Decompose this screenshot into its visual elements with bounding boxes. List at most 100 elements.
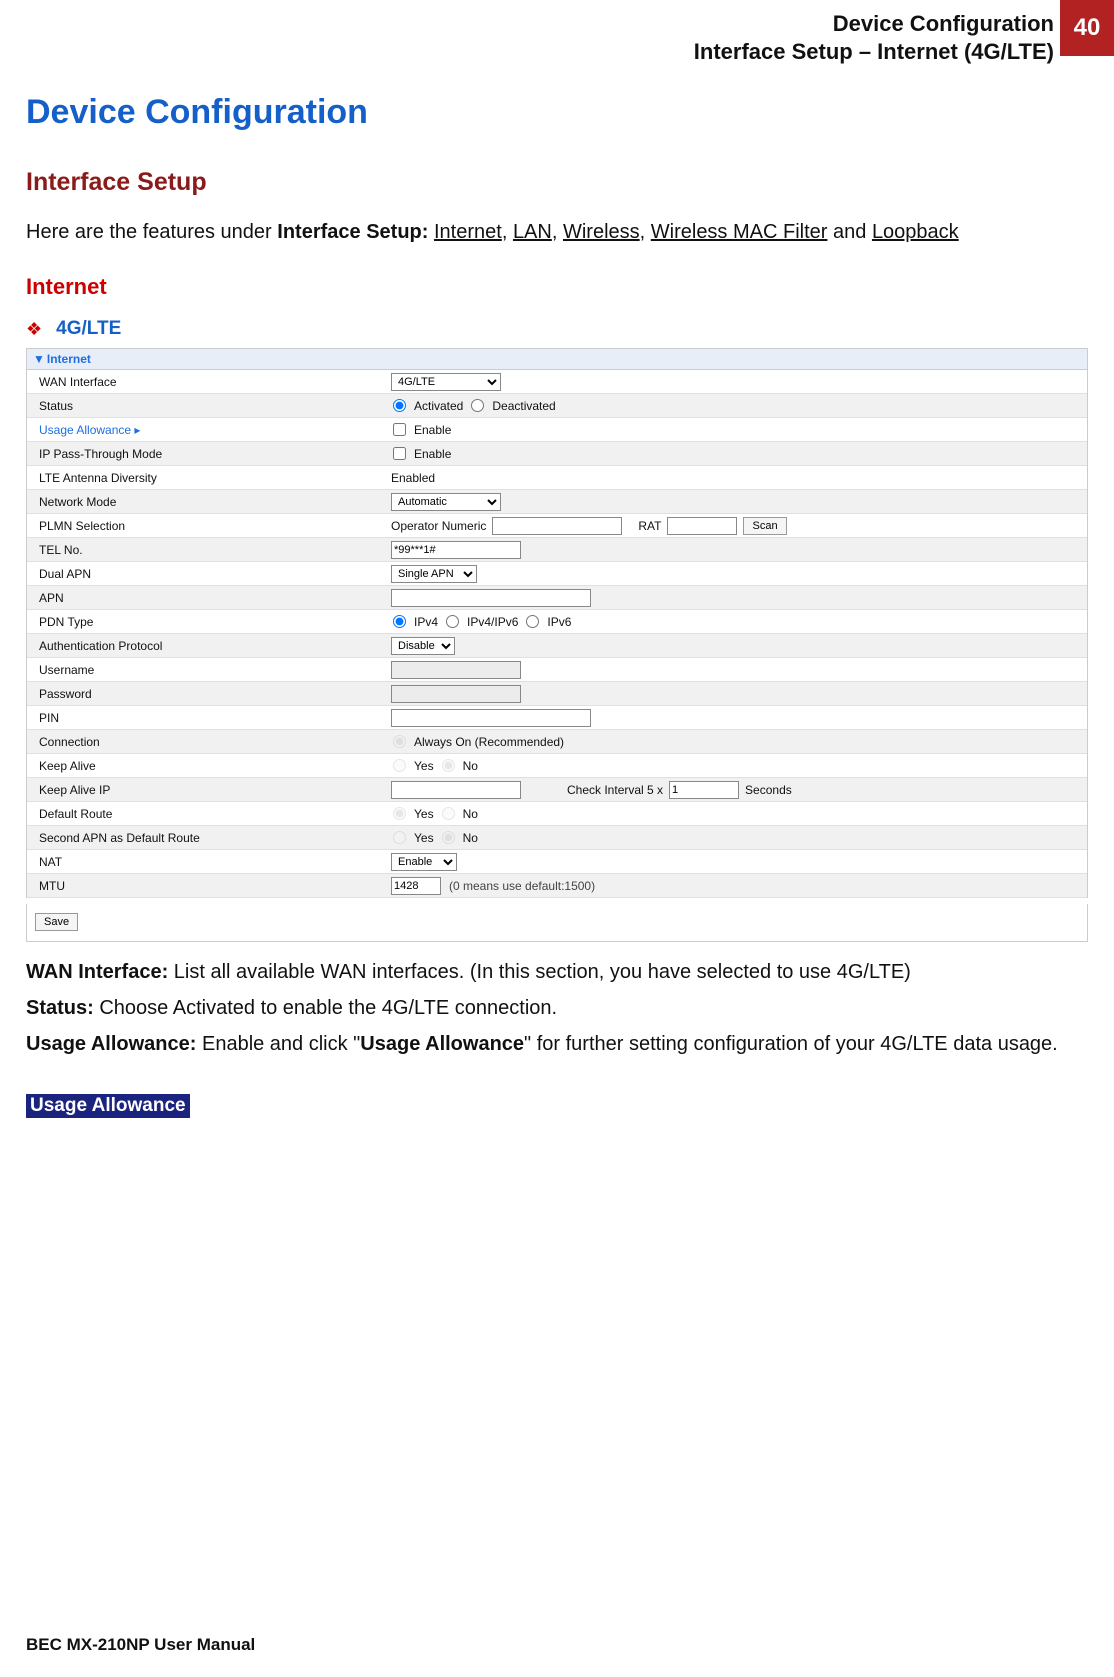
usage-allowance-label: Usage Allowance ▸ xyxy=(39,423,140,437)
row-username: Username xyxy=(27,658,1087,682)
checkbox-usage-allowance[interactable] xyxy=(393,423,406,436)
input-password xyxy=(391,685,521,703)
diamond-icon: ❖ xyxy=(26,319,42,340)
header-line2: Interface Setup – Internet (4G/LTE) xyxy=(694,39,1054,64)
row-status: Status Activated Deactivated xyxy=(27,394,1087,418)
label-apn: APN xyxy=(27,587,387,609)
desc2-text: Choose Activated to enable the 4G/LTE co… xyxy=(94,997,557,1019)
label-dual-apn: Dual APN xyxy=(27,563,387,585)
opt-2a-no: No xyxy=(463,831,478,845)
row-apn: APN xyxy=(27,586,1087,610)
row-dual-apn: Dual APN Single APN xyxy=(27,562,1087,586)
link-loopback[interactable]: Loopback xyxy=(872,221,959,243)
radio-status-activated[interactable] xyxy=(393,399,406,412)
text-seconds: Seconds xyxy=(745,783,792,797)
label-network-mode: Network Mode xyxy=(27,491,387,513)
desc3-label: Usage Allowance: xyxy=(26,1033,196,1055)
row-plmn: PLMN Selection Operator Numeric RAT Scan xyxy=(27,514,1087,538)
row-second-apn-default: Second APN as Default Route Yes No xyxy=(27,826,1087,850)
row-default-route: Default Route Yes No xyxy=(27,802,1087,826)
select-dual-apn[interactable]: Single APN xyxy=(391,565,477,583)
radio-status-deactivated[interactable] xyxy=(471,399,484,412)
save-button[interactable]: Save xyxy=(35,913,78,931)
row-tel-no: TEL No. xyxy=(27,538,1087,562)
opt-ka-yes: Yes xyxy=(414,759,434,773)
heading-internet: Internet xyxy=(26,274,1088,300)
value-lte-antenna: Enabled xyxy=(391,471,435,485)
row-keep-alive-ip: Keep Alive IP Check Interval 5 x Seconds xyxy=(27,778,1087,802)
select-auth[interactable]: Disable xyxy=(391,637,455,655)
opt-ipv6: IPv6 xyxy=(547,615,571,629)
panel-title: Internet xyxy=(47,352,91,366)
opt-ka-no: No xyxy=(463,759,478,773)
desc1-label: WAN Interface: xyxy=(26,961,168,983)
link-internet[interactable]: Internet xyxy=(434,221,502,243)
input-apn[interactable] xyxy=(391,589,591,607)
radio-connection-always xyxy=(393,735,406,748)
input-mtu[interactable] xyxy=(391,877,441,895)
input-pin[interactable] xyxy=(391,709,591,727)
sep: , xyxy=(502,221,513,243)
label-keep-alive-ip: Keep Alive IP xyxy=(27,779,387,801)
input-check-interval[interactable] xyxy=(669,781,739,799)
scan-button[interactable]: Scan xyxy=(743,517,786,535)
subheading-label: 4G/LTE xyxy=(56,318,121,340)
opt-always-on: Always On (Recommended) xyxy=(414,735,564,749)
text-check-interval: Check Interval 5 x xyxy=(567,783,663,797)
label-auth: Authentication Protocol xyxy=(27,635,387,657)
page-number-badge: 40 xyxy=(1060,0,1114,56)
opt-ipv4: IPv4 xyxy=(414,615,438,629)
row-auth: Authentication Protocol Disable xyxy=(27,634,1087,658)
opt-ipv4ipv6: IPv4/IPv6 xyxy=(467,615,518,629)
link-wireless[interactable]: Wireless xyxy=(563,221,640,243)
label-lte-antenna: LTE Antenna Diversity xyxy=(27,467,387,489)
radio-pdn-ipv4[interactable] xyxy=(393,615,406,628)
label-plmn: PLMN Selection xyxy=(27,515,387,537)
label-pin: PIN xyxy=(27,707,387,729)
label-wan-interface: WAN Interface xyxy=(27,371,387,393)
label-ip-passthrough: IP Pass-Through Mode xyxy=(27,443,387,465)
input-username xyxy=(391,661,521,679)
desc-wan-interface: WAN Interface: List all available WAN in… xyxy=(26,958,1088,986)
radio-pdn-ipv4ipv6[interactable] xyxy=(446,615,459,628)
link-wireless-mac-filter[interactable]: Wireless MAC Filter xyxy=(651,221,828,243)
section-interface-setup: Interface Setup xyxy=(26,168,1088,197)
opt-dr-no: No xyxy=(463,807,478,821)
text-rat: RAT xyxy=(638,519,661,533)
radio-pdn-ipv6[interactable] xyxy=(526,615,539,628)
select-network-mode[interactable]: Automatic xyxy=(391,493,501,511)
row-wan-interface: WAN Interface 4G/LTE xyxy=(27,370,1087,394)
row-usage-allowance: Usage Allowance ▸ Enable xyxy=(27,418,1087,442)
mtu-note: (0 means use default:1500) xyxy=(449,879,595,893)
input-tel-no[interactable] xyxy=(391,541,521,559)
desc3-bold: Usage Allowance xyxy=(360,1033,524,1055)
page-title: Device Configuration xyxy=(26,93,1088,132)
row-mtu: MTU (0 means use default:1500) xyxy=(27,874,1087,898)
label-username: Username xyxy=(27,659,387,681)
save-row: Save xyxy=(26,904,1088,942)
select-wan-interface[interactable]: 4G/LTE xyxy=(391,373,501,391)
radio-default-yes xyxy=(393,807,406,820)
opt-2a-yes: Yes xyxy=(414,831,434,845)
label-default-route: Default Route xyxy=(27,803,387,825)
input-keep-alive-ip[interactable] xyxy=(391,781,521,799)
label-mtu: MTU xyxy=(27,875,387,897)
select-nat[interactable]: Enable xyxy=(391,853,457,871)
input-rat[interactable] xyxy=(667,517,737,535)
label-tel-no: TEL No. xyxy=(27,539,387,561)
intro-and: and xyxy=(833,221,872,243)
opt-deactivated: Deactivated xyxy=(492,399,555,413)
radio-keepalive-no xyxy=(442,759,455,772)
opt-dr-yes: Yes xyxy=(414,807,434,821)
link-usage-allowance[interactable]: Usage Allowance ▸ xyxy=(27,419,387,441)
intro-bold: Interface Setup: xyxy=(277,221,428,243)
link-lan[interactable]: LAN xyxy=(513,221,552,243)
panel-header[interactable]: ▼Internet xyxy=(27,349,1087,370)
desc-usage-allowance: Usage Allowance: Enable and click "Usage… xyxy=(26,1030,1088,1058)
desc3-text-a: Enable and click " xyxy=(196,1033,360,1055)
radio-2nd-apn-no xyxy=(442,831,455,844)
input-operator-numeric[interactable] xyxy=(492,517,622,535)
sep: , xyxy=(552,221,563,243)
checkbox-ip-passthrough[interactable] xyxy=(393,447,406,460)
row-network-mode: Network Mode Automatic xyxy=(27,490,1087,514)
